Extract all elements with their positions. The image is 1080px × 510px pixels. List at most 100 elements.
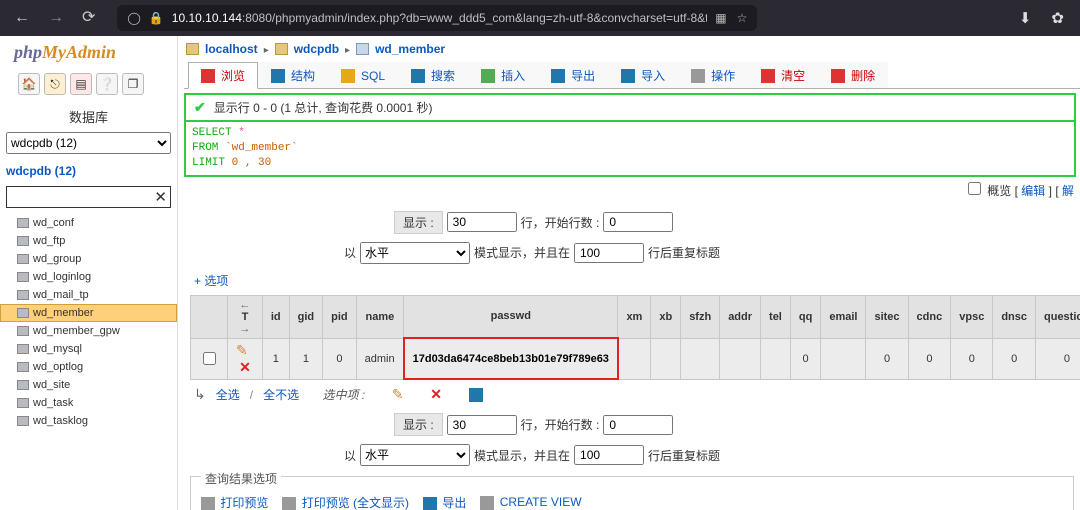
col-sfzh[interactable]: sfzh [681,295,720,338]
options-toggle[interactable]: + 选项 [184,268,1080,293]
rows-from-input-2[interactable] [603,415,673,435]
sidebar-table-wd_loginlog[interactable]: wd_loginlog [0,268,177,286]
tab-操作[interactable]: 操作 [678,62,748,88]
table-icon [17,218,29,228]
col-gid[interactable]: gid [289,295,323,338]
sidebar-table-wd_member[interactable]: wd_member [0,304,177,322]
col-sitec[interactable]: sitec [866,295,908,338]
col-qq[interactable]: qq [790,295,820,338]
sidebar-table-wd_task[interactable]: wd_task [0,394,177,412]
col-xm[interactable]: xm [618,295,651,338]
rows-from-input[interactable] [603,212,673,232]
col-email[interactable]: email [821,295,866,338]
edit-icon[interactable]: ✎ [236,342,248,358]
sidebar-table-wd_site[interactable]: wd_site [0,376,177,394]
repeat-headers-input[interactable] [574,243,644,263]
col-cdnc[interactable]: cdnc [908,295,951,338]
tab-icon [621,69,635,83]
tab-浏览[interactable]: 浏览 [188,62,258,89]
show-count-input-2[interactable] [447,415,517,435]
cell-email [821,338,866,379]
col-tel[interactable]: tel [761,295,791,338]
forward-icon[interactable]: → [48,10,64,26]
tab-导出[interactable]: 导出 [538,62,608,88]
col-addr[interactable]: addr [720,295,761,338]
col-name[interactable]: name [356,295,403,338]
tab-icon [411,69,425,83]
tab-导入[interactable]: 导入 [608,62,678,88]
col-question[interactable]: question [1036,295,1080,338]
bookmark-icon[interactable]: ☆ [737,11,748,25]
print-preview-link[interactable]: 打印预览 [220,496,268,510]
sidebar-table-wd_conf[interactable]: wd_conf [0,214,177,232]
sql-window-icon[interactable]: ▤ [70,73,92,95]
url-bar[interactable]: ◯ 🔒 10.10.10.144:8080/phpmyadmin/index.p… [117,5,757,31]
reload-frame-icon[interactable]: ❐ [122,73,144,95]
table-icon [17,380,29,390]
edit-selected-icon[interactable]: ✎ [392,386,404,403]
explain-link[interactable]: 解 [1062,184,1074,198]
mode-select-2[interactable]: 水平 [360,444,470,466]
create-view-icon [480,496,494,510]
sidebar-table-wd_tasklog[interactable]: wd_tasklog [0,412,177,430]
back-icon[interactable]: ← [14,10,30,26]
sidebar-table-wd_member_gpw[interactable]: wd_member_gpw [0,322,177,340]
server-icon [186,43,199,55]
bc-server[interactable]: localhost [205,42,258,56]
mode-select[interactable]: 水平 [360,242,470,264]
download-icon[interactable]: ⬇ [1019,9,1032,27]
exit-icon[interactable]: ⎋ [44,73,66,95]
show-label-2: 显示 : [394,413,443,436]
cell-vpsc: 0 [951,338,993,379]
clear-filter-icon[interactable]: ✕ [154,188,167,206]
qr-icon[interactable]: ▦ [715,11,726,25]
table-icon [17,416,29,426]
home-icon[interactable]: 🏠 [18,73,40,95]
bc-table[interactable]: wd_member [375,42,445,56]
col-id[interactable]: id [262,295,289,338]
logo: phpMyAdmin [0,36,177,65]
bc-db[interactable]: wdcpdb [294,42,339,56]
delete-selected-icon[interactable]: ✕ [430,386,442,403]
export-selected-icon[interactable] [469,388,483,402]
export-link[interactable]: 导出 [442,496,466,510]
tab-清空[interactable]: 清空 [748,62,818,88]
sidebar-table-wd_group[interactable]: wd_group [0,250,177,268]
with-selected-label: 选中项 : [322,386,365,403]
tab-icon [691,69,705,83]
current-db-link[interactable]: wdcpdb (12) [0,158,177,180]
sidebar-table-wd_mysql[interactable]: wd_mysql [0,340,177,358]
tab-结构[interactable]: 结构 [258,62,328,88]
sidebar-table-wd_optlog[interactable]: wd_optlog [0,358,177,376]
row-checkbox[interactable] [203,352,216,365]
table-name: wd_tasklog [33,415,88,427]
delete-icon[interactable]: ✕ [239,359,251,375]
col-actions[interactable]: ← T → [228,295,263,338]
docs-icon[interactable]: ❔ [96,73,118,95]
create-view-link[interactable]: CREATE VIEW [500,495,582,509]
tab-删除[interactable]: 删除 [818,62,888,88]
col-pid[interactable]: pid [323,295,357,338]
repeat-headers-input-2[interactable] [574,445,644,465]
col-passwd[interactable]: passwd [404,295,618,338]
select-all-link[interactable]: 全选 [216,386,240,403]
profile-checkbox[interactable] [968,182,981,195]
tab-搜索[interactable]: 搜索 [398,62,468,88]
tab-插入[interactable]: 插入 [468,62,538,88]
reload-icon[interactable]: ⟳ [82,10,95,26]
col-dnsc[interactable]: dnsc [993,295,1036,338]
database-select[interactable]: wdcpdb (12) [6,132,171,154]
sidebar-table-wd_mail_tp[interactable]: wd_mail_tp [0,286,177,304]
col-vpsc[interactable]: vpsc [951,295,993,338]
unselect-all-link[interactable]: 全不选 [263,386,299,403]
table-list: wd_confwd_ftpwd_groupwd_loginlogwd_mail_… [0,214,177,430]
table-filter-input[interactable] [6,186,171,208]
extension-icon[interactable]: ✿ [1051,9,1064,27]
col-xb[interactable]: xb [651,295,681,338]
tab-SQL[interactable]: SQL [328,62,398,88]
edit-sql-link[interactable]: 编辑 [1021,184,1045,198]
table-icon [17,326,29,336]
print-preview-full-link[interactable]: 打印预览 (全文显示) [302,496,409,510]
sidebar-table-wd_ftp[interactable]: wd_ftp [0,232,177,250]
show-count-input[interactable] [447,212,517,232]
